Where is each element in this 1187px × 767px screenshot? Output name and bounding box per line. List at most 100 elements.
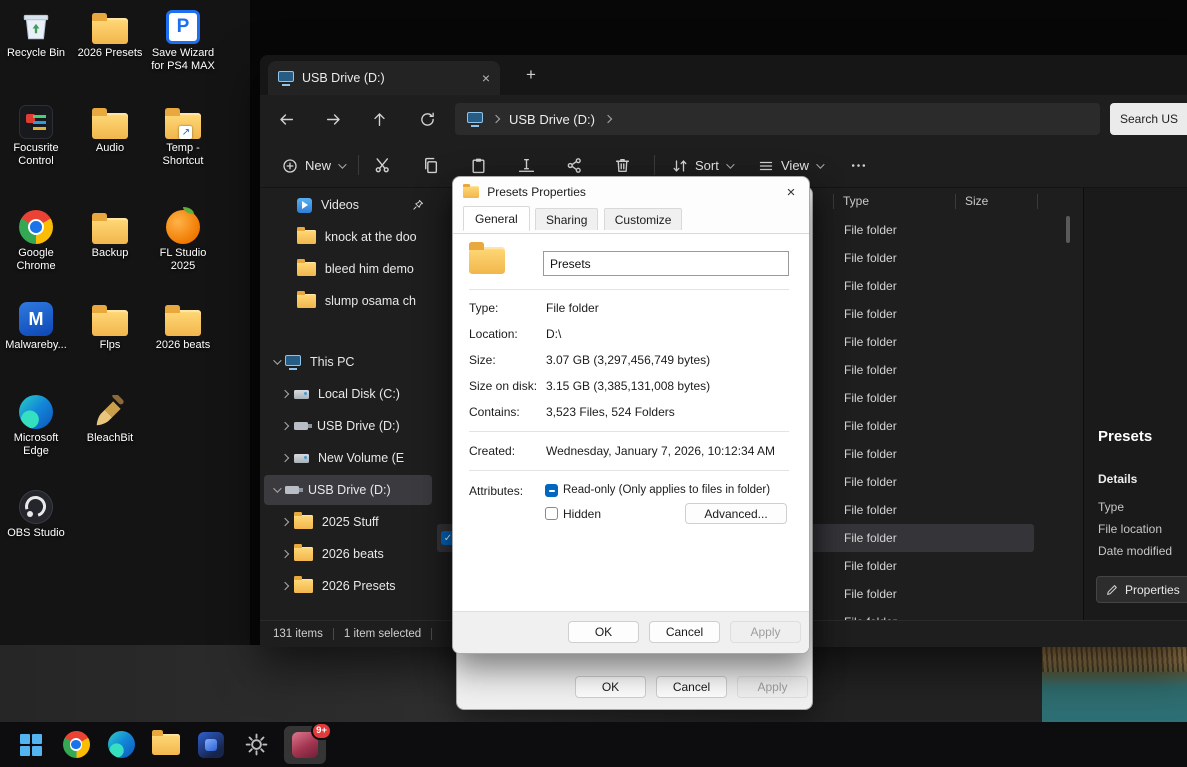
rename-icon	[518, 158, 535, 173]
taskbar-chrome-button[interactable]	[59, 728, 93, 762]
sidebar-item-folder[interactable]: bleed him demo	[264, 254, 432, 284]
properties-button[interactable]: Properties	[1096, 576, 1187, 603]
new-tab-button[interactable]: +	[518, 65, 544, 85]
notification-badge: 9+	[311, 721, 332, 740]
back-button[interactable]	[269, 103, 303, 135]
created-label: Created:	[469, 444, 516, 458]
bleachbit-icon	[93, 389, 127, 429]
desktop-icon-focusrite[interactable]: Focusrite Control	[0, 99, 72, 167]
folder-icon	[165, 296, 201, 336]
sidebar-item-folder[interactable]: slump osama ch	[264, 286, 432, 316]
size-on-disk-label: Size on disk:	[469, 379, 538, 393]
search-input[interactable]	[1110, 103, 1187, 135]
cancel-button[interactable]: Cancel	[649, 621, 720, 643]
apply-button[interactable]: Apply	[737, 676, 808, 698]
refresh-button[interactable]	[410, 103, 444, 135]
start-button[interactable]	[14, 728, 48, 762]
sidebar-item-2026-presets[interactable]: 2026 Presets	[264, 571, 432, 601]
column-header-type[interactable]: Type	[843, 194, 869, 208]
vertical-scrollbar[interactable]	[1066, 216, 1070, 243]
desktop-icon-chrome[interactable]: Google Chrome	[0, 204, 72, 272]
desktop-icon-flps[interactable]: Flps	[74, 296, 146, 352]
folder-icon	[92, 204, 128, 244]
sort-icon	[673, 159, 687, 172]
type-value: File folder	[546, 301, 599, 315]
cut-button[interactable]	[366, 150, 399, 181]
tab-general[interactable]: General	[463, 206, 530, 231]
desktop-icon-audio[interactable]: Audio	[74, 99, 146, 155]
plus-circle-icon	[283, 158, 297, 173]
details-field-type: Type	[1098, 500, 1125, 514]
navigation-bar: USB Drive (D:)	[260, 95, 1187, 143]
sidebar-item-local-disk-c[interactable]: Local Disk (C:)	[264, 379, 432, 409]
tab-customize[interactable]: Customize	[603, 208, 683, 230]
sidebar-item-folder[interactable]: knock at the doo	[264, 222, 432, 252]
sidebar-item-2025-stuff[interactable]: 2025 Stuff	[264, 507, 432, 537]
folder-icon	[297, 227, 316, 244]
desktop-icon-save-wizard[interactable]: Save Wizard for PS4 MAX	[147, 4, 219, 72]
desktop-icon-malwarebytes[interactable]: Malwareby...	[0, 296, 72, 352]
desktop-icon-edge[interactable]: Microsoft Edge	[0, 389, 72, 457]
desktop-icon-backup[interactable]: Backup	[74, 204, 146, 260]
tab-strip: USB Drive (D:) × +	[260, 55, 1187, 95]
up-button[interactable]	[362, 103, 396, 135]
fl-studio-icon	[166, 204, 200, 244]
taskbar-active-app-button[interactable]: 9+	[284, 721, 332, 764]
sidebar-item-this-pc[interactable]: This PC	[264, 347, 432, 377]
trash-icon	[615, 158, 630, 173]
chevron-right-icon	[280, 389, 290, 399]
sidebar-item-usb-drive-d-selected[interactable]: USB Drive (D:)	[264, 475, 432, 505]
ok-button[interactable]: OK	[568, 621, 639, 643]
desktop-icon-obs[interactable]: OBS Studio	[0, 484, 72, 540]
breadcrumb-chevron-icon	[491, 114, 501, 124]
chevron-right-icon	[280, 453, 290, 463]
taskbar-settings-button[interactable]	[239, 728, 273, 762]
tab-close-icon[interactable]: ×	[482, 70, 490, 86]
edge-icon	[19, 389, 53, 429]
ok-button[interactable]: OK	[575, 676, 646, 698]
column-header-size[interactable]: Size	[965, 194, 988, 208]
cancel-button[interactable]: Cancel	[656, 676, 727, 698]
explorer-tab[interactable]: USB Drive (D:) ×	[268, 61, 500, 95]
taskbar-edge-button[interactable]	[104, 728, 138, 762]
chrome-icon	[62, 731, 90, 758]
dialog-button-strip: OK Cancel Apply	[453, 611, 809, 653]
forward-button[interactable]	[316, 103, 350, 135]
details-pane-title: Presets	[1098, 428, 1153, 445]
save-wizard-icon	[166, 4, 200, 44]
desktop-icon-bleachbit[interactable]: BleachBit	[74, 389, 146, 445]
tab-sharing[interactable]: Sharing	[535, 208, 599, 230]
usb-drive-icon	[294, 422, 312, 430]
copy-button[interactable]	[414, 150, 447, 181]
desktop-icon-fl-studio[interactable]: FL Studio 2025	[147, 204, 219, 272]
desktop-icon-2026-presets[interactable]: 2026 Presets	[74, 4, 146, 60]
new-button[interactable]: New	[274, 150, 352, 181]
readonly-checkbox[interactable]	[545, 484, 558, 497]
desktop-icon-recycle-bin[interactable]: Recycle Bin	[0, 4, 72, 60]
chevron-down-icon	[726, 159, 735, 169]
address-bar[interactable]: USB Drive (D:)	[455, 103, 1100, 135]
folder-name-input[interactable]	[543, 251, 789, 276]
dialog-title-bar[interactable]: Presets Properties ×	[453, 177, 809, 207]
advanced-button[interactable]: Advanced...	[685, 503, 787, 524]
breadcrumb[interactable]: USB Drive (D:)	[509, 112, 595, 127]
size-label: Size:	[469, 353, 496, 367]
share-icon	[567, 158, 581, 173]
dialog-close-icon[interactable]: ×	[783, 184, 799, 201]
sidebar-item-usb-drive-d[interactable]: USB Drive (D:)	[264, 411, 432, 441]
chevron-right-icon	[280, 581, 290, 591]
sidebar-item-videos[interactable]: Videos	[264, 190, 432, 220]
taskbar-blue-app-button[interactable]	[194, 728, 228, 762]
sidebar-item-2026-beats[interactable]: 2026 beats	[264, 539, 432, 569]
sidebar-item-new-volume-e[interactable]: New Volume (E	[264, 443, 432, 473]
more-options-button[interactable]	[842, 150, 875, 181]
videos-icon	[297, 197, 312, 213]
readonly-label: Read-only (Only applies to files in fold…	[563, 484, 771, 496]
taskbar-explorer-button[interactable]	[149, 728, 183, 762]
hidden-checkbox[interactable]	[545, 507, 558, 520]
desktop-icon-2026-beats[interactable]: 2026 beats	[147, 296, 219, 352]
chevron-down-icon	[273, 356, 282, 365]
folder-icon	[92, 296, 128, 336]
desktop-icon-temp-shortcut[interactable]: Temp - Shortcut	[147, 99, 219, 167]
apply-button[interactable]: Apply	[730, 621, 801, 643]
